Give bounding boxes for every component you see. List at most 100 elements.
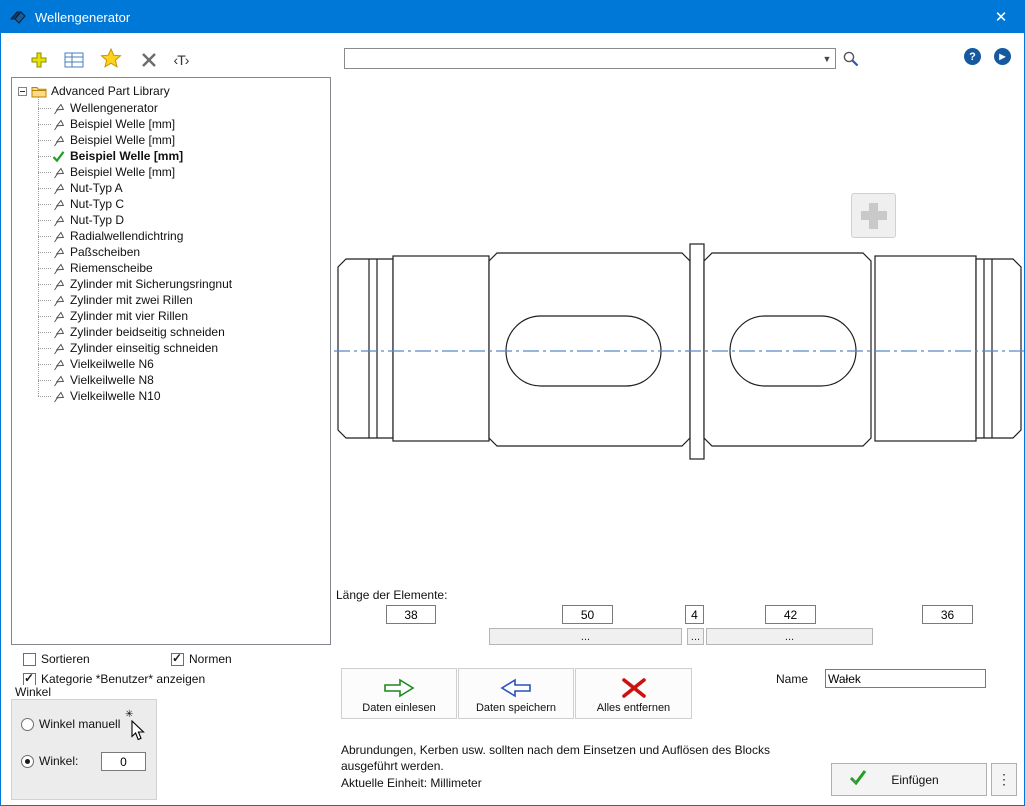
alles-entfernen-button[interactable]: Alles entfernen [575, 668, 692, 719]
tree-item-label: Zylinder beidseitig schneiden [70, 325, 225, 339]
favorites-button[interactable] [99, 46, 123, 70]
text-tool-button[interactable]: ‹T› [169, 48, 193, 72]
sortieren-label: Sortieren [41, 652, 90, 666]
winkel-groupbox [11, 699, 157, 800]
normen-checkbox[interactable] [171, 653, 184, 666]
add-part-button[interactable] [27, 48, 51, 72]
tree-item[interactable]: Wellengenerator [18, 100, 328, 116]
winkel-manuell-radio[interactable] [21, 718, 34, 731]
sortieren-option[interactable]: Sortieren [23, 652, 90, 666]
tree-root-label: Advanced Part Library [51, 84, 170, 98]
kategorie-option[interactable]: Kategorie *Benutzer* anzeigen [23, 672, 205, 686]
tree-item[interactable]: Zylinder einseitig schneiden [18, 340, 328, 356]
tree-connector [38, 252, 51, 253]
tree-item-label: Radialwellendichtring [70, 229, 183, 243]
part-flag-icon [52, 374, 66, 387]
normen-label: Normen [189, 652, 232, 666]
combo-dropdown-arrow-icon[interactable]: ▼ [819, 49, 835, 68]
tree-connector [38, 380, 51, 381]
tree-item-label: Nut-Typ D [70, 213, 124, 227]
tree-item[interactable]: Zylinder mit zwei Rillen [18, 292, 328, 308]
daten-speichern-label: Daten speichern [476, 702, 556, 714]
part-flag-icon [52, 246, 66, 259]
folder-icon [31, 85, 47, 98]
daten-einlesen-button[interactable]: Daten einlesen [341, 668, 457, 719]
tree-item[interactable]: Radialwellendichtring [18, 228, 328, 244]
table-view-button[interactable] [62, 48, 86, 72]
name-input[interactable] [825, 669, 986, 688]
tree-root[interactable]: Advanced Part Library [18, 83, 328, 99]
add-element-button[interactable] [851, 193, 896, 238]
winkel-value-option[interactable]: Winkel: [21, 754, 78, 768]
part-flag-icon [52, 278, 66, 291]
element4-options-button[interactable]: ... [706, 628, 873, 645]
tree-item-selected[interactable]: Beispiel Welle [mm] [18, 148, 328, 164]
remove-all-icon [620, 676, 648, 700]
search-input[interactable] [345, 49, 819, 68]
part-flag-icon [52, 262, 66, 275]
tree-connector [38, 188, 51, 189]
more-options-button[interactable]: ⋮ [991, 763, 1017, 796]
sortieren-checkbox[interactable] [23, 653, 36, 666]
daten-speichern-button[interactable]: Daten speichern [458, 668, 574, 719]
shaft-drawing [334, 239, 1024, 467]
tree-item[interactable]: Nut-Typ D [18, 212, 328, 228]
tree-item[interactable]: Beispiel Welle [mm] [18, 132, 328, 148]
tree-connector [38, 364, 51, 365]
part-flag-icon [52, 294, 66, 307]
tree-item[interactable]: Vielkeilwelle N10 [18, 388, 328, 404]
part-flag-icon [52, 182, 66, 195]
table-icon [64, 52, 84, 68]
tree-item[interactable]: Vielkeilwelle N8 [18, 372, 328, 388]
tree-item-label: Zylinder mit zwei Rillen [70, 293, 193, 307]
kategorie-checkbox[interactable] [23, 673, 36, 686]
element2-options-button[interactable]: ... [489, 628, 682, 645]
einfuegen-button[interactable]: Einfügen [831, 763, 987, 796]
normen-option[interactable]: Normen [171, 652, 232, 666]
demo-button[interactable]: ▶ [994, 48, 1011, 65]
part-library-tree[interactable]: Advanced Part Library WellengeneratorBei… [11, 77, 331, 645]
tree-connector [38, 348, 51, 349]
winkel-value-label: Winkel: [39, 754, 78, 768]
winkel-value-radio[interactable] [21, 755, 34, 768]
length-input-3[interactable] [685, 605, 704, 624]
part-flag-icon [52, 118, 66, 131]
length-input-1[interactable] [386, 605, 436, 624]
tree-item[interactable]: Zylinder mit Sicherungsringnut [18, 276, 328, 292]
part-flag-icon [52, 102, 66, 115]
tree-item-label: Nut-Typ C [70, 197, 124, 211]
length-input-4[interactable] [765, 605, 816, 624]
tree-connector [38, 396, 51, 397]
name-label: Name [776, 672, 808, 686]
help-button[interactable]: ? [964, 48, 981, 65]
winkel-value-input[interactable] [101, 752, 146, 771]
tree-item[interactable]: Zylinder mit vier Rillen [18, 308, 328, 324]
length-input-5[interactable] [922, 605, 973, 624]
alles-entfernen-label: Alles entfernen [597, 702, 670, 714]
tree-item-label: Beispiel Welle [mm] [70, 165, 175, 179]
tree-item[interactable]: Nut-Typ A [18, 180, 328, 196]
search-button[interactable] [839, 47, 863, 71]
part-flag-icon [52, 134, 66, 147]
kategorie-label: Kategorie *Benutzer* anzeigen [41, 672, 205, 686]
tree-connector [38, 220, 51, 221]
tree-item[interactable]: Beispiel Welle [mm] [18, 116, 328, 132]
collapse-icon[interactable] [18, 87, 27, 96]
tree-item[interactable]: Riemenscheibe [18, 260, 328, 276]
play-icon: ▶ [999, 52, 1005, 61]
length-input-2[interactable] [562, 605, 613, 624]
delete-button[interactable] [137, 48, 161, 72]
tree-connector [38, 332, 51, 333]
tree-item[interactable]: Beispiel Welle [mm] [18, 164, 328, 180]
tree-item[interactable]: Vielkeilwelle N6 [18, 356, 328, 372]
tree-item-label: Vielkeilwelle N8 [70, 373, 154, 387]
tree-connector [38, 172, 51, 173]
tree-item[interactable]: Paßscheiben [18, 244, 328, 260]
tree-item[interactable]: Zylinder beidseitig schneiden [18, 324, 328, 340]
element3-options-button[interactable]: ... [687, 628, 704, 645]
lengths-label: Länge der Elemente: [336, 588, 447, 602]
search-combobox[interactable]: ▼ [344, 48, 836, 69]
winkel-manuell-option[interactable]: Winkel manuell [21, 717, 120, 731]
tree-item[interactable]: Nut-Typ C [18, 196, 328, 212]
close-button[interactable]: ✕ [978, 1, 1024, 33]
